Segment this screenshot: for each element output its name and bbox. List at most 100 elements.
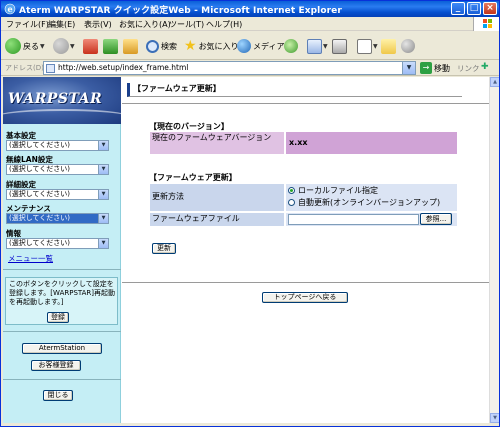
refresh-icon <box>103 38 118 54</box>
close-button[interactable]: 閉じる <box>43 390 73 401</box>
mail-icon <box>307 38 322 54</box>
radio-auto-update[interactable]: 自動更新(オンラインバージョンアップ) <box>288 197 455 209</box>
edit-button[interactable]: ▼ <box>357 37 378 55</box>
go-arrow-icon: → <box>420 62 432 74</box>
go-label: 移動 <box>434 63 450 73</box>
nav-group-advanced: 詳細設定 (選択してください) ▼ <box>6 180 109 200</box>
aterm-station-button[interactable]: AtermStation <box>22 343 102 354</box>
forward-button[interactable]: ▼ <box>53 37 75 55</box>
print-icon <box>332 38 347 54</box>
print-button[interactable] <box>332 37 347 55</box>
address-bar: アドレス(D) http://web.setup/index_frame.htm… <box>1 60 499 76</box>
divider <box>3 269 121 270</box>
refresh-button[interactable] <box>103 37 118 55</box>
menu-view[interactable]: 表示(V) <box>84 19 112 30</box>
wireless-settings-select[interactable]: (選択してください) ▼ <box>6 164 109 175</box>
browse-button[interactable]: 参照... <box>420 213 452 225</box>
nav-group-basic: 基本設定 (選択してください) ▼ <box>6 131 109 151</box>
divider <box>3 331 121 332</box>
address-url[interactable]: http://web.setup/index_frame.html <box>58 63 188 72</box>
page-icon <box>46 64 55 73</box>
menu-edit[interactable]: 編集(E) <box>48 19 75 30</box>
menu-list-link[interactable]: メニュー一覧 <box>8 253 53 264</box>
menu-help[interactable]: ヘルプ(H) <box>206 19 242 30</box>
nav-group-maintenance: メンテナンス (選択してください) ▼ <box>6 204 109 224</box>
radio-local-file[interactable]: ローカルファイル指定 <box>288 185 455 197</box>
divider <box>3 379 121 380</box>
status-bar <box>1 423 499 426</box>
maintenance-select[interactable]: (選択してください) ▼ <box>6 213 109 224</box>
search-icon <box>146 39 159 53</box>
svg-text:e: e <box>7 4 12 14</box>
address-label: アドレス(D) <box>5 64 44 72</box>
menu-tools[interactable]: ツール(T) <box>169 19 204 30</box>
left-nav-frame: WARPSTAR 基本設定 (選択してください) ▼ 無線LAN設定 (選択して… <box>3 77 121 423</box>
chevron-down-icon[interactable]: ▼ <box>373 43 378 50</box>
history-button[interactable] <box>284 37 298 55</box>
links-button[interactable]: リンク <box>457 63 480 74</box>
favorites-label: お気に入り <box>198 41 239 51</box>
chevron-down-icon[interactable]: ▼ <box>323 43 328 50</box>
vertical-scrollbar[interactable]: ▲ ▼ <box>489 77 499 423</box>
messenger-button[interactable] <box>401 37 415 55</box>
current-version-value: x.xx <box>286 132 457 154</box>
info-select[interactable]: (選択してください) ▼ <box>6 238 109 249</box>
nav-label-info: 情報 <box>6 229 21 238</box>
radio-button-on[interactable] <box>288 187 295 194</box>
chevron-down-icon[interactable]: ▼ <box>70 43 75 50</box>
edit-page-icon <box>357 38 372 54</box>
window-title: Aterm WARPSTAR クイック設定Web - Microsoft Int… <box>19 6 342 16</box>
update-button[interactable]: 更新 <box>152 243 176 254</box>
current-version-label: 現在のファームウェアバージョン <box>150 132 284 154</box>
maximize-button[interactable]: □ <box>467 2 481 15</box>
chevron-down-icon[interactable]: ▼ <box>98 165 108 174</box>
media-button[interactable]: メディア <box>237 37 284 55</box>
header-divider <box>122 103 489 104</box>
firmware-update-heading: 【ファームウェア更新】 <box>149 173 237 182</box>
norton-icon[interactable]: ✚ <box>481 62 489 72</box>
search-button[interactable]: 検索 <box>146 37 177 55</box>
browser-window: e Aterm WARPSTAR クイック設定Web - Microsoft I… <box>0 0 500 427</box>
top-page-button[interactable]: トップページへ戻る <box>262 292 348 303</box>
update-method-label: 更新方法 <box>150 184 284 211</box>
basic-settings-select[interactable]: (選択してください) ▼ <box>6 140 109 151</box>
page-content: WARPSTAR 基本設定 (選択してください) ▼ 無線LAN設定 (選択して… <box>3 77 489 423</box>
toolbar: 戻る ▼ ▼ 検索 ★ お気に入り メディア ▼ ▼ <box>1 32 499 60</box>
ie-logo-icon: e <box>4 3 16 15</box>
scroll-down-icon[interactable]: ▼ <box>490 413 499 423</box>
chevron-down-icon[interactable]: ▼ <box>98 190 108 199</box>
customer-register-button[interactable]: お客様登録 <box>31 360 81 371</box>
go-button[interactable]: → 移動 <box>420 62 450 74</box>
stop-button[interactable] <box>83 37 98 55</box>
mail-button[interactable]: ▼ <box>307 37 328 55</box>
forward-arrow-icon <box>53 38 69 54</box>
back-button[interactable]: 戻る ▼ <box>5 37 45 55</box>
favorites-button[interactable]: ★ お気に入り <box>184 37 239 55</box>
media-label: メディア <box>253 41 285 51</box>
discuss-button[interactable] <box>381 37 396 55</box>
home-button[interactable] <box>123 37 138 55</box>
history-icon <box>284 39 298 53</box>
firmware-file-input[interactable] <box>288 214 419 225</box>
close-window-button[interactable]: × <box>483 2 497 15</box>
scroll-up-icon[interactable]: ▲ <box>490 77 499 87</box>
radio-button-off[interactable] <box>288 199 295 206</box>
select-value: (選択してください) <box>9 141 71 149</box>
current-version-heading: 【現在のバージョン】 <box>149 122 229 131</box>
chevron-down-icon[interactable]: ▼ <box>98 141 108 150</box>
address-input[interactable]: http://web.setup/index_frame.html ▼ <box>43 61 416 75</box>
chevron-down-icon[interactable]: ▼ <box>98 239 108 248</box>
chevron-down-icon[interactable]: ▼ <box>40 43 45 50</box>
minimize-button[interactable]: _ <box>451 2 465 15</box>
menu-bar: ファイル(F) 編集(E) 表示(V) お気に入り(A) ツール(T) ヘルプ(… <box>1 17 499 31</box>
main-frame: 【ファームウェア更新】 【現在のバージョン】 現在のファームウェアバージョン x… <box>122 77 489 423</box>
chevron-down-icon[interactable]: ▼ <box>98 214 108 223</box>
home-icon <box>123 38 138 54</box>
chevron-down-icon[interactable]: ▼ <box>402 62 415 74</box>
back-label: 戻る <box>23 41 39 51</box>
menu-favorites[interactable]: お気に入り(A) <box>119 19 171 30</box>
title-bar[interactable]: e Aterm WARPSTAR クイック設定Web - Microsoft I… <box>1 1 499 17</box>
advanced-settings-select[interactable]: (選択してください) ▼ <box>6 189 109 200</box>
register-button[interactable]: 登録 <box>47 312 69 323</box>
menu-file[interactable]: ファイル(F) <box>6 19 49 30</box>
